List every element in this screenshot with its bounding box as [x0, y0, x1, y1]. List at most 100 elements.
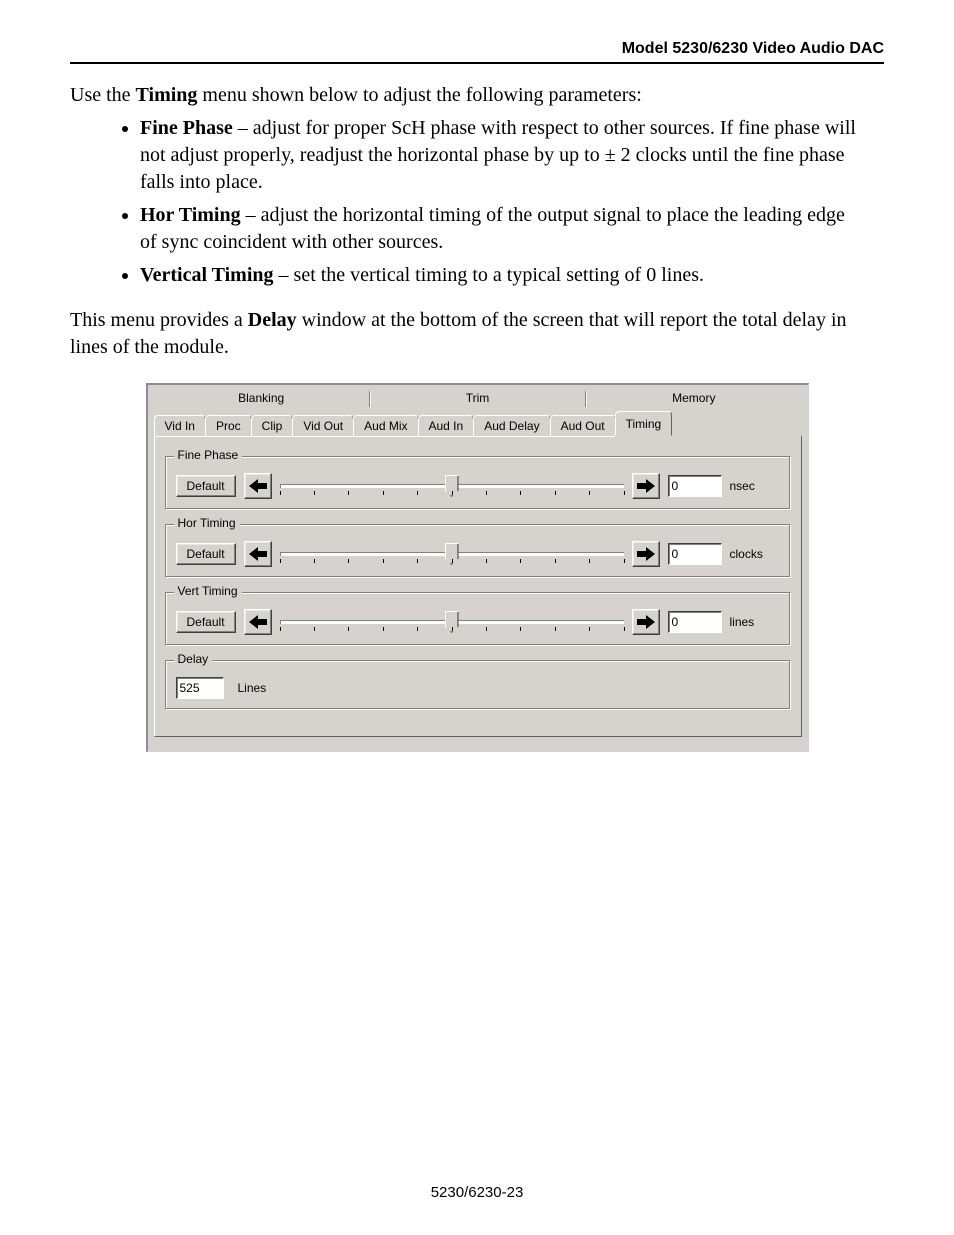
slider-tick: [589, 627, 590, 631]
slider-tick: [589, 559, 590, 563]
intro-paragraph: Use the Timing menu shown below to adjus…: [70, 82, 884, 109]
hor-timing-value[interactable]: [668, 543, 722, 565]
vert-timing-value[interactable]: [668, 611, 722, 633]
group-hor-timing: Hor Timing Default: [165, 524, 791, 578]
bullet-item: Fine Phase – adjust for proper ScH phase…: [140, 115, 884, 196]
bullet-text: – adjust the horizontal timing of the ou…: [140, 204, 845, 253]
tab-aud-out[interactable]: Aud Out: [550, 415, 616, 437]
slider-tick: [348, 559, 349, 563]
slider-tick: [314, 491, 315, 495]
arrow-left-icon: [249, 547, 267, 561]
slider-tick: [589, 491, 590, 495]
tab-label: Clip: [262, 419, 283, 433]
delay-value[interactable]: [176, 677, 224, 699]
category-memory: Memory: [586, 389, 801, 411]
slider-tick: [417, 627, 418, 631]
slider-tick: [280, 627, 281, 631]
unit-label: lines: [730, 615, 780, 629]
arrow-right-icon: [637, 479, 655, 493]
bullet-item: Vertical Timing – set the vertical timin…: [140, 262, 884, 289]
fine-phase-value[interactable]: [668, 475, 722, 497]
slider-tick: [280, 491, 281, 495]
tab-vid-out[interactable]: Vid Out: [292, 415, 354, 437]
tab-label: Aud Delay: [484, 419, 539, 433]
group-title: Delay: [174, 652, 213, 666]
para2-bold: Delay: [248, 309, 297, 331]
slider-tick: [452, 559, 453, 563]
hor-timing-slider[interactable]: [280, 541, 624, 567]
slider-tick: [314, 627, 315, 631]
button-label: Default: [187, 547, 225, 561]
decrement-button[interactable]: [244, 541, 272, 567]
bullet-text: – adjust for proper ScH phase with respe…: [140, 117, 856, 193]
bullet-text: – set the vertical timing to a typical s…: [274, 264, 704, 286]
tab-aud-in[interactable]: Aud In: [418, 415, 475, 437]
tab-proc[interactable]: Proc: [205, 415, 252, 437]
bullet-name: Fine Phase: [140, 117, 233, 139]
arrow-left-icon: [249, 615, 267, 629]
slider-tick: [624, 559, 625, 563]
slider-tick: [314, 559, 315, 563]
vert-timing-slider[interactable]: [280, 609, 624, 635]
tab-label: Aud Out: [561, 419, 605, 433]
button-label: Default: [187, 615, 225, 629]
slider-tick: [520, 559, 521, 563]
delay-paragraph: This menu provides a Delay window at the…: [70, 307, 884, 361]
bullet-list: Fine Phase – adjust for proper ScH phase…: [70, 115, 884, 289]
slider-tick: [486, 627, 487, 631]
tab-label: Timing: [626, 417, 662, 431]
footer-text: 5230/6230-23: [431, 1184, 524, 1201]
slider-tick: [348, 627, 349, 631]
increment-button[interactable]: [632, 609, 660, 635]
category-label: Trim: [466, 391, 490, 405]
slider-tick: [624, 491, 625, 495]
slider-tick: [520, 491, 521, 495]
group-delay: Delay Lines: [165, 660, 791, 710]
default-button[interactable]: Default: [176, 543, 236, 565]
tab-label: Vid Out: [303, 419, 343, 433]
group-vert-timing: Vert Timing Default: [165, 592, 791, 646]
tab-label: Vid In: [165, 419, 195, 433]
intro-pre: Use the: [70, 84, 136, 106]
default-button[interactable]: Default: [176, 611, 236, 633]
button-label: Default: [187, 479, 225, 493]
decrement-button[interactable]: [244, 609, 272, 635]
intro-post: menu shown below to adjust the following…: [197, 84, 641, 106]
slider-tick: [486, 559, 487, 563]
arrow-left-icon: [249, 479, 267, 493]
slider-tick: [555, 491, 556, 495]
slider-tick: [348, 491, 349, 495]
tab-aud-mix[interactable]: Aud Mix: [353, 415, 418, 437]
unit-label: clocks: [730, 547, 780, 561]
page-root: Model 5230/6230 Video Audio DAC Use the …: [0, 0, 954, 1235]
category-trim: Trim: [370, 389, 585, 411]
unit-label: nsec: [730, 479, 780, 493]
page-header: Model 5230/6230 Video Audio DAC: [70, 40, 884, 64]
tab-vid-in[interactable]: Vid In: [154, 415, 206, 437]
tab-row: Vid In Proc Clip Vid Out Aud Mix Aud In …: [148, 411, 808, 436]
default-button[interactable]: Default: [176, 475, 236, 497]
category-label: Blanking: [238, 391, 284, 405]
decrement-button[interactable]: [244, 473, 272, 499]
tab-timing[interactable]: Timing: [615, 411, 673, 436]
fine-phase-slider[interactable]: [280, 473, 624, 499]
arrow-right-icon: [637, 547, 655, 561]
slider-tick: [383, 559, 384, 563]
slider-tick: [555, 559, 556, 563]
tab-clip[interactable]: Clip: [251, 415, 294, 437]
bullet-name: Vertical Timing: [140, 264, 274, 286]
slider-tick: [383, 491, 384, 495]
category-blanking: Blanking: [154, 389, 369, 411]
increment-button[interactable]: [632, 473, 660, 499]
slider-tick: [555, 627, 556, 631]
tab-aud-delay[interactable]: Aud Delay: [473, 415, 550, 437]
tab-label: Aud In: [429, 419, 464, 433]
category-row: Blanking Trim Memory: [148, 385, 808, 411]
category-label: Memory: [672, 391, 715, 405]
slider-tick: [280, 559, 281, 563]
bullet-name: Hor Timing: [140, 204, 241, 226]
para2-pre: This menu provides a: [70, 309, 248, 331]
slider-tick: [520, 627, 521, 631]
tab-label: Proc: [216, 419, 241, 433]
increment-button[interactable]: [632, 541, 660, 567]
